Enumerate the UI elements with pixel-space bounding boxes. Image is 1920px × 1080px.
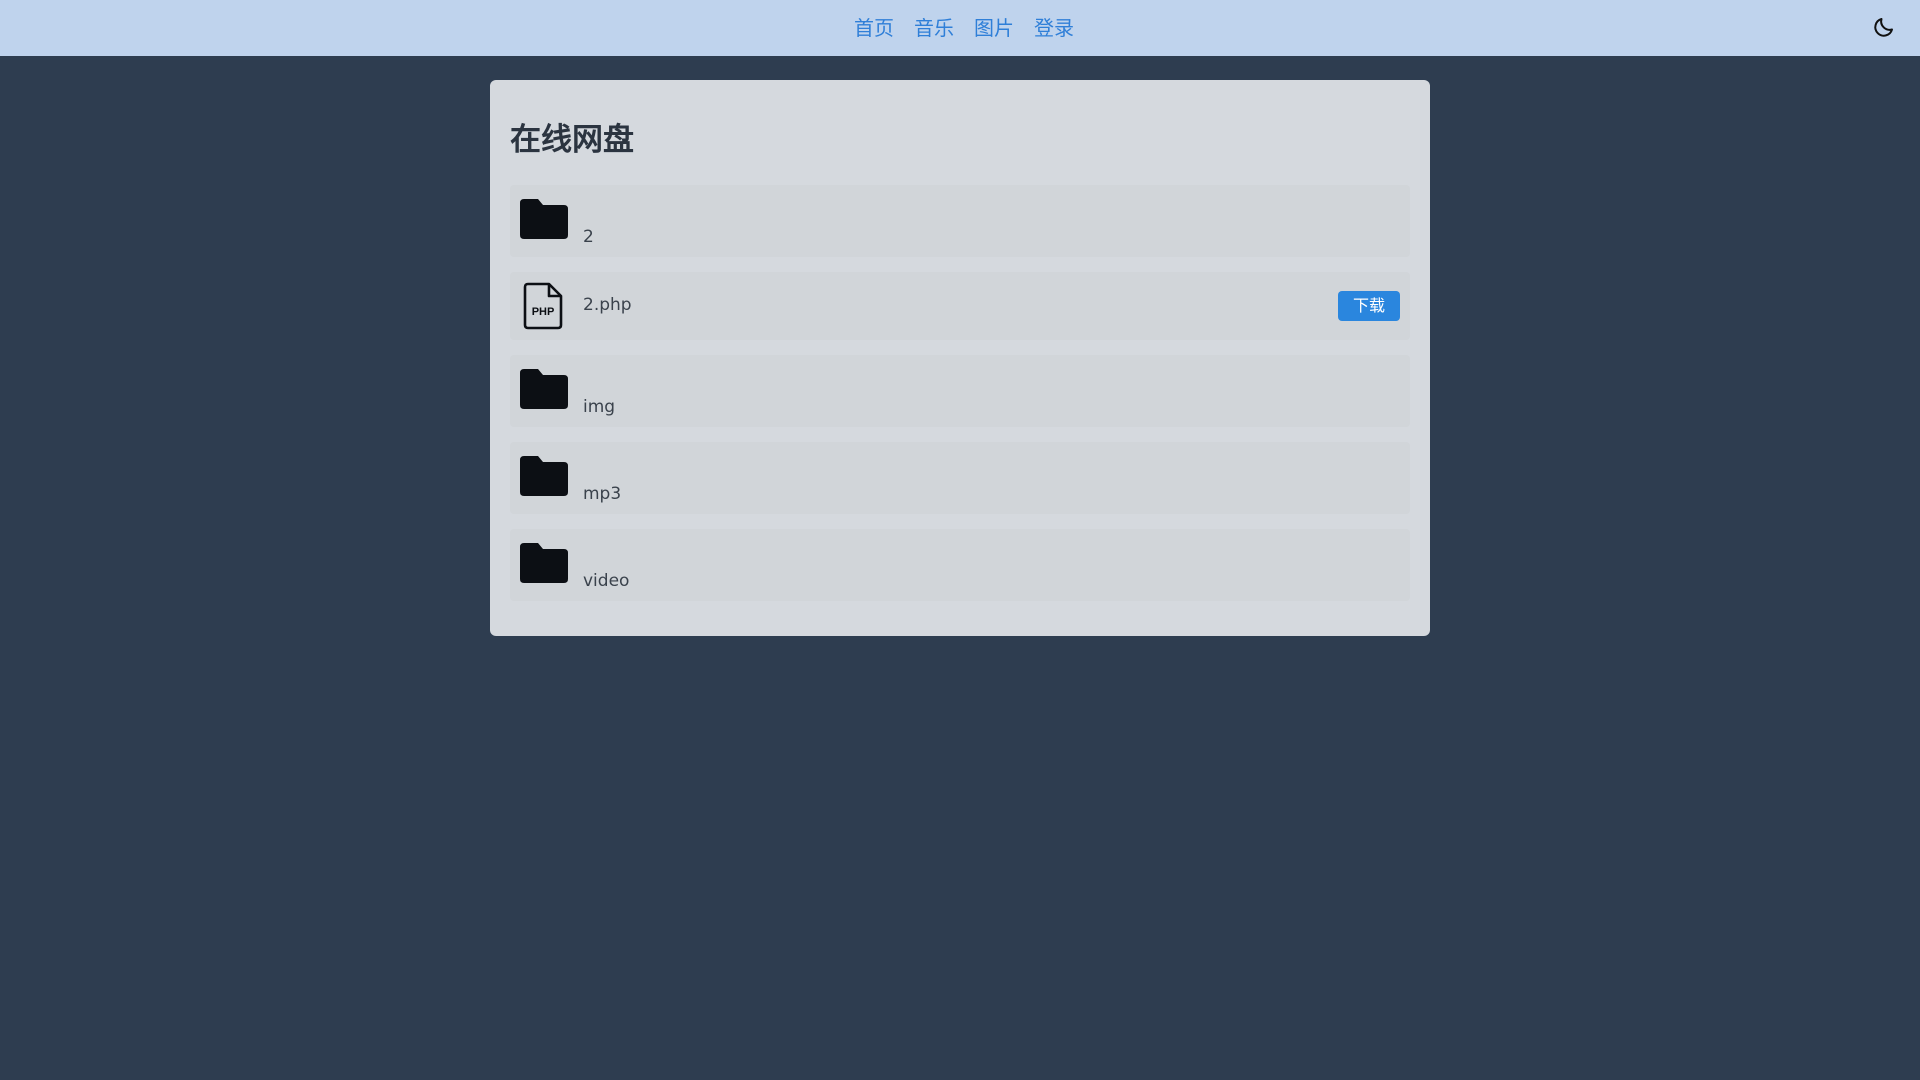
file-panel: 在线网盘 2 PHP 2.php 下载 img mp3 video <box>490 80 1430 636</box>
file-list: 2 PHP 2.php 下载 img mp3 video <box>510 185 1410 616</box>
theme-toggle-button[interactable] <box>1870 13 1898 41</box>
main-nav: 首页 音乐 图片 登录 <box>0 0 1920 56</box>
php-icon-label: PHP <box>532 306 555 318</box>
download-button[interactable]: 下载 <box>1338 291 1400 321</box>
nav-link-pictures[interactable]: 图片 <box>974 0 1014 56</box>
folder-icon <box>520 199 568 239</box>
nav-link-login[interactable]: 登录 <box>1034 0 1074 56</box>
list-item[interactable]: mp3 <box>510 442 1410 514</box>
file-name: 2.php <box>583 295 632 315</box>
moon-icon <box>1874 18 1893 37</box>
folder-icon <box>520 543 568 583</box>
list-item[interactable]: 2 <box>510 185 1410 257</box>
list-item[interactable]: img <box>510 355 1410 427</box>
folder-icon <box>520 369 568 409</box>
php-file-icon: PHP <box>523 282 563 330</box>
list-item[interactable]: video <box>510 529 1410 601</box>
file-name: img <box>583 397 616 417</box>
list-item[interactable]: PHP 2.php 下载 <box>510 272 1410 340</box>
file-name: 2 <box>583 227 594 247</box>
nav-link-home[interactable]: 首页 <box>854 0 894 56</box>
file-name: mp3 <box>583 484 622 504</box>
top-navigation-bar: 首页 音乐 图片 登录 <box>0 0 1920 56</box>
file-name: video <box>583 571 630 591</box>
page-title: 在线网盘 <box>510 122 634 158</box>
nav-link-music[interactable]: 音乐 <box>914 0 954 56</box>
folder-icon <box>520 456 568 496</box>
